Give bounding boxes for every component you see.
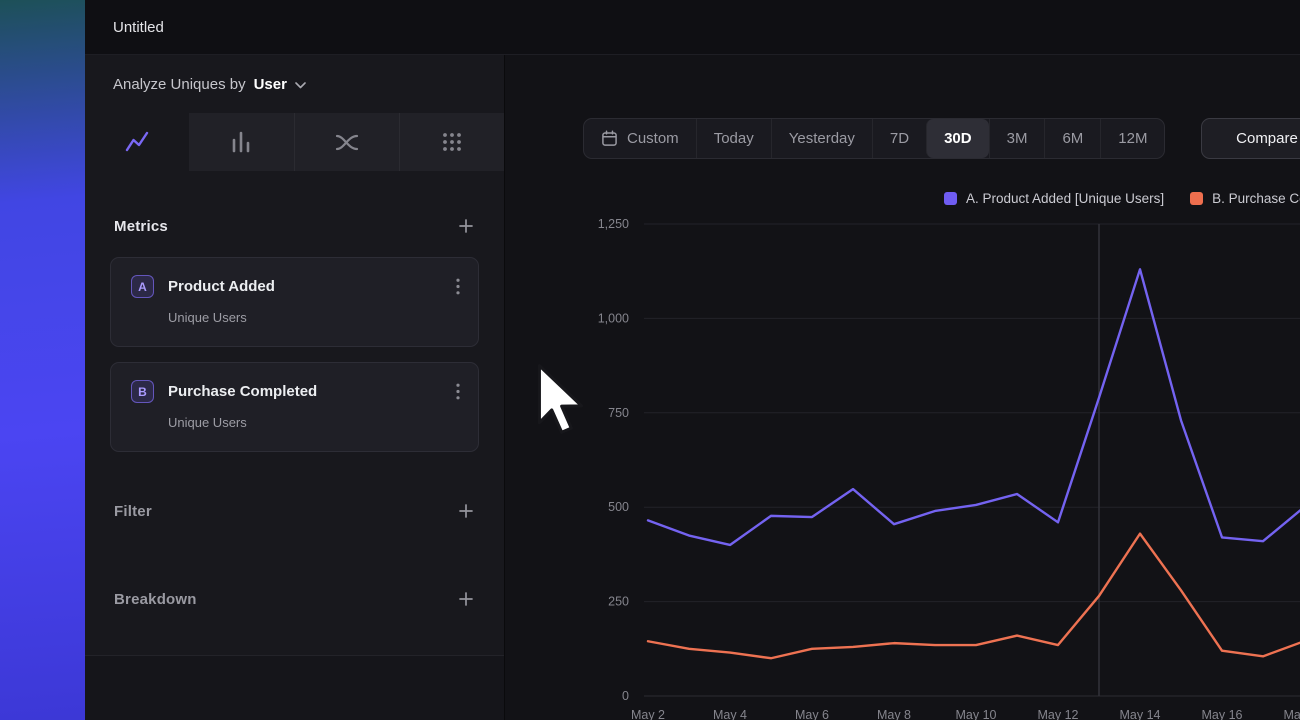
x-axis-label: May 6 — [795, 708, 829, 720]
range-label: 3M — [1007, 130, 1028, 147]
x-axis-label: May 4 — [713, 708, 747, 720]
x-axis-label: May 16 — [1202, 708, 1243, 720]
range-6m[interactable]: 6M — [1044, 119, 1100, 158]
tab-flows[interactable] — [294, 113, 399, 171]
x-axis-label: May 18 — [1284, 708, 1300, 720]
y-axis-label: 500 — [608, 500, 629, 514]
chart-legend: A. Product Added [Unique Users] B. Purcha… — [944, 191, 1300, 206]
bar-chart-icon — [228, 130, 254, 154]
metric-badge: B — [131, 380, 154, 403]
range-30d[interactable]: 30D — [926, 119, 989, 158]
y-axis-label: 1,250 — [598, 217, 629, 231]
metric-title: Product Added — [168, 278, 275, 295]
range-3m[interactable]: 3M — [989, 119, 1045, 158]
breakdown-section-header: Breakdown — [85, 588, 504, 610]
calendar-icon — [601, 130, 618, 147]
report-title[interactable]: Untitled — [113, 19, 164, 36]
compare-button[interactable]: Compare — [1201, 118, 1300, 159]
flows-icon — [334, 130, 360, 154]
sidebar: Analyze Uniques by User — [85, 55, 505, 720]
y-axis-label: 0 — [622, 689, 629, 703]
x-axis-label: May 10 — [956, 708, 997, 720]
metric-card-b[interactable]: B Purchase Completed Unique Users — [110, 362, 479, 452]
range-label: 6M — [1062, 130, 1083, 147]
kebab-menu-icon[interactable] — [456, 278, 460, 295]
filter-section-header: Filter — [85, 500, 504, 522]
range-label: 7D — [890, 130, 909, 147]
metric-badge: A — [131, 275, 154, 298]
view-type-tabs — [85, 113, 504, 171]
metrics-title: Metrics — [114, 218, 168, 235]
kebab-menu-icon[interactable] — [456, 383, 460, 400]
metric-subtitle: Unique Users — [168, 415, 460, 430]
chart-panel: 0 250 500 750 1,000 1,250 May 2 May 4 May 6 May 8… — [506, 55, 1300, 720]
metric-title: Purchase Completed — [168, 383, 317, 400]
plus-icon — [457, 217, 475, 235]
range-label: Custom — [627, 130, 679, 147]
tab-retention-grid[interactable] — [399, 113, 504, 171]
series-line-a[interactable] — [648, 269, 1300, 545]
range-label: 12M — [1118, 130, 1147, 147]
plus-icon — [457, 502, 475, 520]
legend-swatch — [944, 192, 957, 205]
analyze-label: Analyze Uniques by — [113, 76, 246, 93]
y-axis-label: 750 — [608, 406, 629, 420]
legend-label: A. Product Added [Unique Users] — [966, 191, 1164, 206]
range-yesterday[interactable]: Yesterday — [771, 119, 872, 158]
topbar: Untitled — [85, 0, 1300, 55]
x-axis-label: May 2 — [631, 708, 665, 720]
sidebar-footer — [85, 655, 504, 720]
add-metric-button[interactable] — [457, 217, 475, 235]
plus-icon — [457, 590, 475, 608]
analyze-value-dropdown[interactable]: User — [254, 76, 287, 93]
y-axis-label: 1,000 — [598, 311, 629, 325]
legend-item[interactable]: A. Product Added [Unique Users] — [944, 191, 1164, 206]
range-today[interactable]: Today — [696, 119, 771, 158]
chevron-down-icon — [295, 82, 306, 89]
y-axis-label: 250 — [608, 595, 629, 609]
legend-label: B. Purchase Completed [Unique Users] — [1212, 191, 1300, 206]
grid-dots-icon — [439, 130, 465, 154]
range-label: 30D — [944, 130, 972, 147]
metric-card-a[interactable]: A Product Added Unique Users — [110, 257, 479, 347]
legend-item[interactable]: B. Purchase Completed [Unique Users] — [1190, 191, 1300, 206]
range-7d[interactable]: 7D — [872, 119, 926, 158]
x-axis-label: May 14 — [1120, 708, 1161, 720]
app-root: Untitled Analyze Uniques by User — [0, 0, 1300, 720]
line-chart-icon — [124, 130, 150, 154]
add-filter-button[interactable] — [457, 502, 475, 520]
x-axis-label: May 8 — [877, 708, 911, 720]
legend-swatch — [1190, 192, 1203, 205]
metrics-section-header: Metrics — [85, 215, 504, 237]
range-custom[interactable]: Custom — [584, 119, 696, 158]
breakdown-title: Breakdown — [114, 591, 197, 608]
tab-bar-chart[interactable] — [189, 113, 293, 171]
filter-title: Filter — [114, 503, 152, 520]
range-label: Yesterday — [789, 130, 855, 147]
left-accent-strip — [0, 0, 85, 720]
metric-card-list: A Product Added Unique Users B Purchase Comp… — [85, 257, 504, 452]
tab-insights-line[interactable] — [85, 113, 189, 171]
range-label: Today — [714, 130, 754, 147]
date-range-picker: Custom Today Yesterday 7D 30D 3M 6M 12M — [583, 118, 1165, 159]
metric-subtitle: Unique Users — [168, 310, 460, 325]
add-breakdown-button[interactable] — [457, 590, 475, 608]
analyze-by-control[interactable]: Analyze Uniques by User — [85, 55, 504, 113]
series-line-b[interactable] — [648, 534, 1300, 659]
range-12m[interactable]: 12M — [1100, 119, 1164, 158]
x-axis-label: May 12 — [1038, 708, 1079, 720]
